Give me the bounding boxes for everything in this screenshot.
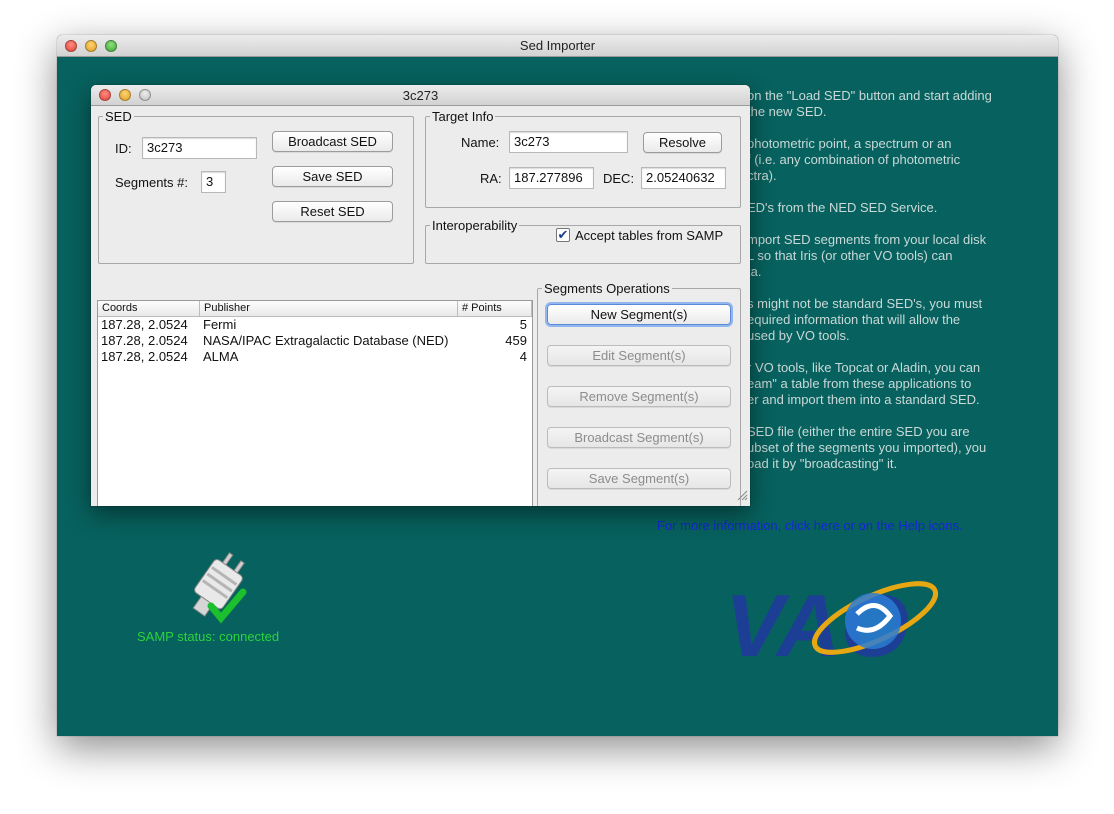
help-paragraph: r VO tools, like Topcat or Aladin, you c…: [747, 360, 981, 407]
segments-label: Segments #:: [115, 175, 188, 190]
dec-field[interactable]: 2.05240632: [641, 167, 726, 189]
resize-grip-icon[interactable]: [737, 489, 748, 504]
resolve-button[interactable]: Resolve: [643, 132, 722, 153]
dialog-minimize-button[interactable]: [119, 89, 131, 101]
ra-label: RA:: [480, 171, 502, 186]
dialog-title: 3c273: [402, 88, 439, 103]
name-label: Name:: [461, 135, 500, 150]
dialog-body: SED ID: 3c273 Segments #: 3 Broadcast SE…: [91, 106, 750, 506]
segments-count-field: 3: [201, 171, 226, 193]
sed-id-field[interactable]: 3c273: [142, 137, 257, 159]
cell-points: 459: [505, 333, 527, 348]
target-info-group: Target Info: [425, 109, 741, 208]
ra-field[interactable]: 187.277896: [509, 167, 594, 189]
main-window-title: Sed Importer: [519, 38, 596, 53]
table-row[interactable]: 187.28, 2.0524 ALMA 4: [98, 349, 532, 365]
samp-plug-icon: [177, 548, 257, 631]
new-segment-button[interactable]: New Segment(s): [547, 304, 731, 325]
cell-coords: 187.28, 2.0524: [101, 317, 188, 332]
help-paragraph: SED file (either the entire SED you are …: [747, 424, 987, 471]
accept-samp-label[interactable]: Accept tables from SAMP: [575, 228, 723, 243]
help-text: on the "Load SED" button and start addin…: [747, 88, 1052, 488]
dialog-window-controls: [99, 89, 151, 101]
id-label: ID:: [115, 141, 132, 156]
help-paragraph: ED's from the NED SED Service.: [747, 200, 938, 215]
samp-status: SAMP status: connected: [137, 629, 280, 644]
target-info-legend: Target Info: [432, 109, 494, 124]
window-controls: [65, 40, 117, 52]
dialog-zoom-button: [139, 89, 151, 101]
sed-group-legend: SED: [105, 109, 132, 124]
cell-publisher: ALMA: [203, 349, 239, 364]
remove-segment-button[interactable]: Remove Segment(s): [547, 386, 731, 407]
cell-publisher: NASA/IPAC Extragalactic Database (NED): [203, 333, 449, 348]
cell-coords: 187.28, 2.0524: [101, 349, 188, 364]
interoperability-legend: Interoperability: [432, 218, 518, 233]
broadcast-sed-button[interactable]: Broadcast SED: [272, 131, 393, 152]
accept-samp-checkbox[interactable]: ✔: [556, 228, 570, 242]
column-header-points[interactable]: # Points: [458, 301, 532, 316]
table-row[interactable]: 187.28, 2.0524 NASA/IPAC Extragalactic D…: [98, 333, 532, 349]
zoom-window-button[interactable]: [105, 40, 117, 52]
close-window-button[interactable]: [65, 40, 77, 52]
cell-points: 5: [519, 317, 527, 332]
segments-operations-legend: Segments Operations: [544, 281, 670, 296]
dialog-close-button[interactable]: [99, 89, 111, 101]
broadcast-segment-button[interactable]: Broadcast Segment(s): [547, 427, 731, 448]
dec-label: DEC:: [603, 171, 635, 186]
table-row[interactable]: 187.28, 2.0524 Fermi 5: [98, 317, 532, 333]
dialog-titlebar[interactable]: 3c273: [91, 85, 750, 106]
cell-publisher: Fermi: [203, 317, 237, 332]
save-sed-button[interactable]: Save SED: [272, 166, 393, 187]
cell-coords: 187.28, 2.0524: [101, 333, 188, 348]
table-header: Coords Publisher # Points: [98, 301, 532, 317]
reset-sed-button[interactable]: Reset SED: [272, 201, 393, 222]
column-header-publisher[interactable]: Publisher: [200, 301, 458, 316]
column-header-coords[interactable]: Coords: [98, 301, 200, 316]
target-name-field[interactable]: 3c273: [509, 131, 628, 153]
help-paragraph: photometric point, a spectrum or an f (i…: [747, 136, 961, 183]
sed-dialog: 3c273 SED ID: 3c273 Segments #: 3 Broadc…: [91, 85, 750, 506]
edit-segment-button[interactable]: Edit Segment(s): [547, 345, 731, 366]
segments-table[interactable]: Coords Publisher # Points 187.28, 2.0524…: [97, 300, 533, 506]
vao-logo: VAO: [725, 566, 945, 689]
help-paragraph: mport SED segments from your local disk …: [747, 232, 987, 279]
main-titlebar[interactable]: Sed Importer: [57, 35, 1058, 57]
minimize-window-button[interactable]: [85, 40, 97, 52]
help-link[interactable]: For more information, click here or on t…: [657, 518, 963, 533]
help-paragraph: s might not be standard SED's, you must …: [747, 296, 983, 343]
cell-points: 4: [519, 349, 527, 364]
help-paragraph: on the "Load SED" button and start addin…: [747, 88, 992, 119]
save-segment-button[interactable]: Save Segment(s): [547, 468, 731, 489]
